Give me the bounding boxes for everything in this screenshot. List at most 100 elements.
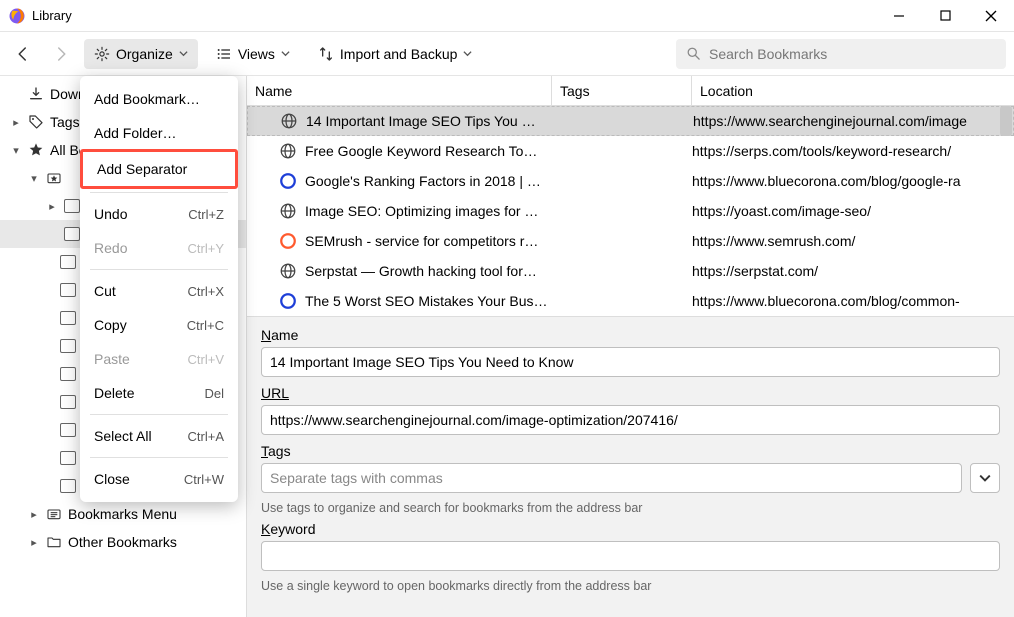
menu-add-folder[interactable]: Add Folder… bbox=[80, 116, 238, 150]
menu-separator bbox=[90, 457, 228, 458]
chevron-down-icon bbox=[281, 49, 290, 58]
bookmark-location: https://www.searchenginejournal.com/imag… bbox=[693, 113, 1013, 129]
table-row[interactable]: SEMrush - service for competitors r… http… bbox=[247, 226, 1014, 256]
name-label: Name bbox=[261, 327, 298, 343]
menu-copy[interactable]: CopyCtrl+C bbox=[80, 308, 238, 342]
back-button[interactable] bbox=[8, 39, 38, 69]
bookmark-location: https://serps.com/tools/keyword-research… bbox=[692, 143, 1014, 159]
folder-icon bbox=[60, 311, 76, 325]
organize-label: Organize bbox=[116, 46, 173, 62]
menu-close[interactable]: CloseCtrl+W bbox=[80, 462, 238, 496]
views-button[interactable]: Views bbox=[206, 39, 300, 69]
tags-expand-button[interactable] bbox=[970, 463, 1000, 493]
name-field[interactable]: 14 Important Image SEO Tips You Need to … bbox=[261, 347, 1000, 377]
search-input[interactable]: Search Bookmarks bbox=[676, 39, 1006, 69]
bookmark-location: https://yoast.com/image-seo/ bbox=[692, 203, 1014, 219]
bookmark-folder-icon bbox=[46, 170, 62, 186]
keyword-label: Keyword bbox=[261, 521, 315, 537]
search-icon bbox=[686, 46, 701, 61]
folder-icon bbox=[60, 283, 76, 297]
gear-icon bbox=[94, 46, 110, 62]
close-button[interactable] bbox=[968, 0, 1014, 32]
import-label: Import and Backup bbox=[340, 46, 458, 62]
tags-field[interactable]: Separate tags with commas bbox=[261, 463, 962, 493]
chevron-down-icon bbox=[979, 472, 991, 484]
bookmark-name: Google's Ranking Factors in 2018 | … bbox=[305, 173, 541, 189]
table-row[interactable]: Image SEO: Optimizing images for … https:… bbox=[247, 196, 1014, 226]
import-backup-button[interactable]: Import and Backup bbox=[308, 39, 483, 69]
menu-separator bbox=[90, 414, 228, 415]
bookmark-list: 14 Important Image SEO Tips You … https:/… bbox=[247, 106, 1014, 316]
chevron-down-icon bbox=[463, 49, 472, 58]
titlebar: Library bbox=[0, 0, 1014, 32]
sidebar-item-other-bookmarks[interactable]: ▸ Other Bookmarks bbox=[0, 528, 246, 556]
firefox-icon bbox=[8, 7, 26, 25]
bookmark-name: Image SEO: Optimizing images for … bbox=[305, 203, 538, 219]
folder-icon bbox=[60, 367, 76, 381]
scrollbar-thumb[interactable] bbox=[1000, 106, 1012, 136]
favicon-icon bbox=[279, 262, 297, 280]
folder-menu-icon bbox=[46, 506, 62, 522]
menu-redo: RedoCtrl+Y bbox=[80, 231, 238, 265]
chevron-down-icon bbox=[179, 49, 188, 58]
views-label: Views bbox=[238, 46, 275, 62]
chevron-down-icon: ▾ bbox=[10, 144, 22, 157]
table-row[interactable]: Serpstat — Growth hacking tool for… https… bbox=[247, 256, 1014, 286]
chevron-right-icon: ▸ bbox=[46, 200, 58, 213]
tags-hint: Use tags to organize and search for book… bbox=[261, 501, 1000, 515]
favicon-icon bbox=[279, 202, 297, 220]
menu-paste: PasteCtrl+V bbox=[80, 342, 238, 376]
minimize-button[interactable] bbox=[876, 0, 922, 32]
keyword-field[interactable] bbox=[261, 541, 1000, 571]
table-row[interactable]: Google's Ranking Factors in 2018 | … http… bbox=[247, 166, 1014, 196]
detail-pane: Name 14 Important Image SEO Tips You Nee… bbox=[247, 316, 1014, 617]
main-panel: Name Tags Location 14 Important Image SE… bbox=[247, 76, 1014, 617]
favicon-icon bbox=[279, 232, 297, 250]
folder-icon bbox=[60, 479, 76, 493]
window-title: Library bbox=[32, 8, 876, 23]
menu-undo[interactable]: UndoCtrl+Z bbox=[80, 197, 238, 231]
table-row[interactable]: Free Google Keyword Research To… https://… bbox=[247, 136, 1014, 166]
menu-separator bbox=[90, 269, 228, 270]
menu-select-all[interactable]: Select AllCtrl+A bbox=[80, 419, 238, 453]
bookmark-name: Free Google Keyword Research To… bbox=[305, 143, 537, 159]
url-label: URL bbox=[261, 385, 289, 401]
star-icon bbox=[28, 142, 44, 158]
sidebar-item-bookmarks-menu[interactable]: ▸ Bookmarks Menu bbox=[0, 500, 246, 528]
menu-add-separator[interactable]: Add Separator bbox=[83, 152, 235, 186]
column-name[interactable]: Name bbox=[247, 76, 552, 105]
toolbar: Organize Views Import and Backup Search … bbox=[0, 32, 1014, 76]
folder-icon bbox=[60, 255, 76, 269]
folder-icon bbox=[60, 395, 76, 409]
tag-icon bbox=[28, 114, 44, 130]
chevron-right-icon: ▸ bbox=[28, 536, 40, 549]
organize-button[interactable]: Organize bbox=[84, 39, 198, 69]
organize-menu: Add Bookmark… Add Folder… Add Separator … bbox=[80, 76, 238, 502]
menu-add-bookmark[interactable]: Add Bookmark… bbox=[80, 82, 238, 116]
bookmark-location: https://www.semrush.com/ bbox=[692, 233, 1014, 249]
bookmark-location: https://serpstat.com/ bbox=[692, 263, 1014, 279]
bookmark-location: https://www.bluecorona.com/blog/google-r… bbox=[692, 173, 1014, 189]
folder-icon bbox=[60, 339, 76, 353]
list-icon bbox=[216, 46, 232, 62]
column-location[interactable]: Location bbox=[692, 76, 1014, 105]
maximize-button[interactable] bbox=[922, 0, 968, 32]
menu-delete[interactable]: DeleteDel bbox=[80, 376, 238, 410]
table-row[interactable]: 14 Important Image SEO Tips You … https:/… bbox=[247, 106, 1014, 136]
column-tags[interactable]: Tags bbox=[552, 76, 692, 105]
url-field[interactable]: https://www.searchenginejournal.com/imag… bbox=[261, 405, 1000, 435]
table-row[interactable]: The 5 Worst SEO Mistakes Your Bus…https:… bbox=[247, 286, 1014, 316]
menu-separator bbox=[90, 192, 228, 193]
bookmark-name: Serpstat — Growth hacking tool for… bbox=[305, 263, 537, 279]
bookmark-name: SEMrush - service for competitors r… bbox=[305, 233, 538, 249]
tags-label: Tags bbox=[261, 443, 291, 459]
download-icon bbox=[28, 86, 44, 102]
folder-icon bbox=[60, 451, 76, 465]
forward-button[interactable] bbox=[46, 39, 76, 69]
menu-cut[interactable]: CutCtrl+X bbox=[80, 274, 238, 308]
favicon-icon bbox=[279, 292, 297, 310]
bookmark-name: 14 Important Image SEO Tips You … bbox=[306, 113, 536, 129]
folder-icon bbox=[64, 199, 80, 213]
chevron-right-icon: ▸ bbox=[28, 508, 40, 521]
search-placeholder: Search Bookmarks bbox=[709, 46, 827, 62]
